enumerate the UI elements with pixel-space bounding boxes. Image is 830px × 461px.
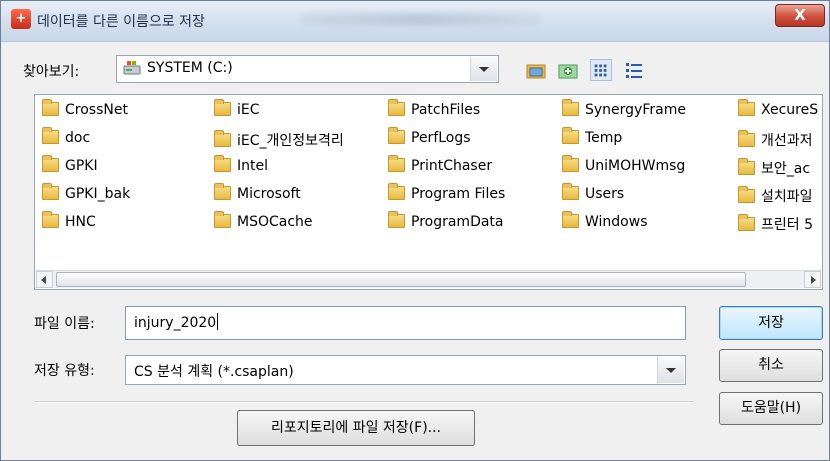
folder-icon xyxy=(562,183,579,200)
dialog-title: 데이터를 다른 이름으로 저장 xyxy=(37,14,205,30)
folder-icon xyxy=(388,155,405,172)
folder-item[interactable]: Users xyxy=(562,183,624,208)
text-caret xyxy=(217,313,219,330)
folder-item[interactable]: 설치파일 xyxy=(738,186,813,208)
folder-item[interactable]: PerfLogs xyxy=(388,127,471,152)
folder-item[interactable]: 개선과저 xyxy=(738,130,813,152)
drive-icon xyxy=(123,61,141,75)
filetype-value: CS 분석 계획 (*.csaplan) xyxy=(134,364,294,380)
folder-icon xyxy=(388,99,405,116)
folder-icon xyxy=(562,211,579,228)
folder-icon xyxy=(562,99,579,116)
folder-item[interactable]: Program Files xyxy=(388,183,505,208)
list-view-icon[interactable] xyxy=(590,59,612,81)
folder-item[interactable]: CrossNet xyxy=(42,99,128,124)
folder-item[interactable]: 프린터 5 xyxy=(738,214,813,236)
close-button[interactable]: X xyxy=(775,4,825,27)
folder-icon xyxy=(214,183,231,200)
folder-item[interactable]: doc xyxy=(42,127,90,152)
horizontal-scrollbar[interactable] xyxy=(36,270,821,288)
app-icon: + xyxy=(11,9,31,29)
scrollbar-thumb[interactable] xyxy=(56,272,746,287)
folder-icon xyxy=(562,127,579,144)
details-view-icon[interactable] xyxy=(623,59,645,81)
folder-item[interactable]: 보안_ac xyxy=(738,158,810,180)
new-folder-icon[interactable] xyxy=(557,59,579,81)
folder-icon xyxy=(214,155,231,172)
folder-item[interactable]: GPKI_bak xyxy=(42,183,130,208)
cancel-button[interactable]: 취소 xyxy=(719,349,823,382)
folder-item[interactable]: SynergyFrame xyxy=(562,99,686,124)
separator xyxy=(34,401,694,403)
folder-icon xyxy=(42,183,59,200)
folder-item[interactable]: ProgramData xyxy=(388,211,504,236)
chevron-down-icon[interactable] xyxy=(657,357,684,383)
folder-icon xyxy=(214,211,231,228)
folder-item[interactable]: iEC xyxy=(214,99,260,124)
folder-item[interactable]: XecureS xyxy=(738,99,818,124)
folder-item[interactable]: Temp xyxy=(562,127,622,152)
filename-label: 파일 이름: xyxy=(34,316,95,332)
folder-item[interactable]: iEC_개인정보격리 xyxy=(214,130,344,152)
save-button[interactable]: 저장 xyxy=(719,306,823,340)
help-button[interactable]: 도움말(H) xyxy=(719,392,823,425)
up-folder-icon[interactable] xyxy=(525,59,547,81)
folder-icon xyxy=(42,155,59,172)
folder-item[interactable]: Microsoft xyxy=(214,183,301,208)
folder-item[interactable]: GPKI xyxy=(42,155,98,180)
filetype-dropdown[interactable]: CS 분석 계획 (*.csaplan) xyxy=(125,355,686,385)
scroll-right-button[interactable] xyxy=(804,271,821,288)
title-bar[interactable]: + 데이터를 다른 이름으로 저장 X xyxy=(1,1,829,42)
look-in-value: SYSTEM (C:) xyxy=(147,60,233,76)
scroll-left-button[interactable] xyxy=(36,271,53,288)
save-to-repository-button[interactable]: 리포지토리에 파일 저장(F)... xyxy=(237,410,475,446)
folder-item[interactable]: PrintChaser xyxy=(388,155,492,180)
folder-item[interactable]: Windows xyxy=(562,211,648,236)
folder-icon xyxy=(42,211,59,228)
chevron-down-icon[interactable] xyxy=(470,57,497,81)
folder-icon xyxy=(562,155,579,172)
folder-item[interactable]: HNC xyxy=(42,211,96,236)
folder-icon xyxy=(214,99,231,116)
folder-item[interactable]: MSOCache xyxy=(214,211,313,236)
filename-value: injury_2020 xyxy=(134,315,217,331)
folder-icon xyxy=(42,127,59,144)
folder-icon xyxy=(388,211,405,228)
folder-icon xyxy=(388,127,405,144)
folder-icon xyxy=(738,214,755,231)
folder-item[interactable]: UniMOHWmsg xyxy=(562,155,685,180)
folder-item[interactable]: PatchFiles xyxy=(388,99,480,124)
folder-icon xyxy=(42,99,59,116)
folder-icon xyxy=(738,130,755,147)
filetype-label: 저장 유형: xyxy=(34,363,95,379)
folder-icon xyxy=(214,130,231,147)
folder-icon xyxy=(738,158,755,175)
look-in-dropdown[interactable]: SYSTEM (C:) xyxy=(116,55,499,83)
title-blur-decoration xyxy=(301,13,541,25)
save-as-dialog: + 데이터를 다른 이름으로 저장 X 찾아보기: SYSTEM (C:) Cr… xyxy=(0,0,830,461)
folder-icon xyxy=(738,186,755,203)
folder-icon xyxy=(738,99,755,116)
file-list[interactable]: CrossNet doc GPKI GPKI_bak HNC iEC iEC_개… xyxy=(34,94,823,290)
filename-field[interactable]: injury_2020 xyxy=(125,306,686,340)
folder-icon xyxy=(388,183,405,200)
look-in-label: 찾아보기: xyxy=(23,64,80,80)
folder-item[interactable]: Intel xyxy=(214,155,268,180)
